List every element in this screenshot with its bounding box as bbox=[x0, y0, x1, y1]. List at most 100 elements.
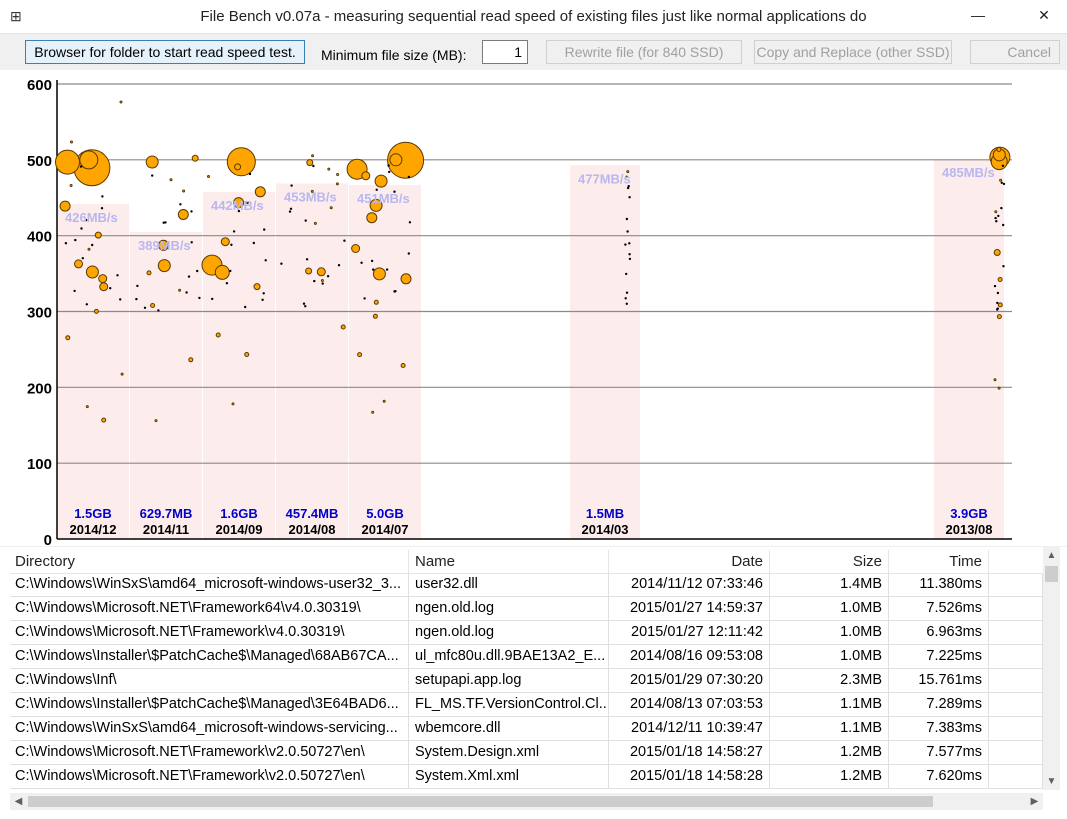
data-point bbox=[146, 270, 152, 276]
data-point bbox=[625, 217, 629, 221]
y-tick-label: 200 bbox=[27, 380, 52, 397]
data-point bbox=[363, 297, 366, 300]
rewrite-file-button[interactable]: Rewrite file (for 840 SSD) bbox=[546, 40, 742, 64]
group-size-label: 3.9GB bbox=[950, 506, 988, 521]
data-point bbox=[388, 170, 391, 174]
data-point bbox=[74, 259, 83, 269]
scroll-up-icon[interactable]: ▲ bbox=[1043, 547, 1060, 564]
data-point bbox=[389, 153, 403, 167]
data-point bbox=[996, 301, 999, 305]
data-point bbox=[997, 277, 1003, 282]
data-point bbox=[996, 314, 1002, 320]
column-header-date[interactable]: Date bbox=[609, 550, 770, 573]
data-point bbox=[154, 419, 158, 423]
size-cell: 1.4MB bbox=[770, 573, 889, 596]
data-point bbox=[393, 290, 396, 293]
size-cell: 1.0MB bbox=[770, 597, 889, 620]
data-point bbox=[997, 214, 1000, 218]
time-cell: 7.526ms bbox=[889, 597, 989, 620]
y-tick-label: 500 bbox=[27, 153, 52, 170]
close-button[interactable]: ✕ bbox=[1021, 0, 1067, 30]
data-point bbox=[55, 149, 80, 175]
data-point bbox=[407, 175, 411, 179]
directory-cell: C:\Windows\Inf\ bbox=[10, 669, 409, 692]
data-point bbox=[1002, 223, 1005, 227]
chart-svg: 0 100 200 300 400 500 600 426MB/s 1.5GB2014/12 38… bbox=[27, 77, 1012, 546]
data-point bbox=[996, 308, 999, 311]
data-point bbox=[288, 210, 292, 213]
x-tick-label: 2014/03 bbox=[582, 522, 629, 537]
table-row[interactable]: C:\Windows\Inf\ setupapi.app.log 2015/01/2… bbox=[10, 669, 1043, 693]
horizontal-scrollbar[interactable]: ◀ ▶ bbox=[10, 793, 1043, 810]
data-point bbox=[214, 264, 230, 280]
data-point bbox=[190, 241, 193, 244]
table-row[interactable]: C:\Windows\Microsoft.NET\Framework64\v4.… bbox=[10, 597, 1043, 621]
time-cell: 7.577ms bbox=[889, 741, 989, 764]
x-tick-label: 2014/08 bbox=[289, 522, 336, 537]
avg-speed-label: 485MB/s bbox=[942, 165, 995, 180]
data-point bbox=[999, 178, 1003, 182]
data-point bbox=[225, 282, 229, 285]
table-row[interactable]: C:\Windows\Installer\$PatchCache$\Manage… bbox=[10, 693, 1043, 717]
min-file-size-label: Minimum file size (MB): bbox=[321, 47, 467, 63]
column-header-size[interactable]: Size bbox=[770, 550, 889, 573]
vertical-scroll-thumb[interactable] bbox=[1045, 566, 1058, 582]
data-point bbox=[1001, 164, 1005, 167]
data-point bbox=[229, 269, 232, 273]
speed-band bbox=[203, 191, 275, 540]
data-point bbox=[230, 243, 233, 246]
copy-replace-button[interactable]: Copy and Replace (other SSD) bbox=[754, 40, 952, 64]
table-row[interactable]: C:\Windows\Microsoft.NET\Framework\v4.0.… bbox=[10, 621, 1043, 645]
min-file-size-input[interactable]: 1 bbox=[482, 40, 528, 64]
directory-cell: C:\Windows\Microsoft.NET\Framework\v4.0.… bbox=[10, 621, 409, 644]
data-point bbox=[91, 243, 94, 247]
time-cell: 7.225ms bbox=[889, 645, 989, 668]
date-cell: 2015/01/18 14:58:28 bbox=[609, 765, 770, 788]
cancel-button[interactable]: Cancel bbox=[970, 40, 1060, 64]
horizontal-scroll-thumb[interactable] bbox=[28, 796, 933, 807]
name-cell: ul_mfc80u.dll.9BAE13A2_E... bbox=[409, 645, 609, 668]
date-cell: 2015/01/29 07:30:20 bbox=[609, 669, 770, 692]
data-point bbox=[244, 352, 250, 357]
browse-folder-button[interactable]: Browser for folder to start read speed t… bbox=[25, 40, 305, 64]
data-point bbox=[351, 244, 361, 253]
data-point bbox=[311, 154, 315, 158]
data-point bbox=[996, 291, 1000, 295]
data-point bbox=[231, 402, 235, 406]
data-point bbox=[64, 242, 68, 245]
table-row[interactable]: C:\Windows\WinSxS\amd64_microsoft-window… bbox=[10, 717, 1043, 741]
date-cell: 2015/01/18 14:58:27 bbox=[609, 741, 770, 764]
table-row[interactable]: C:\Windows\WinSxS\amd64_microsoft-window… bbox=[10, 573, 1043, 597]
table-row[interactable]: C:\Windows\Microsoft.NET\Framework\v2.0.… bbox=[10, 765, 1043, 789]
speed-band bbox=[349, 184, 421, 539]
filler-cell bbox=[989, 597, 1043, 620]
table-row[interactable]: C:\Windows\Installer\$PatchCache$\Manage… bbox=[10, 645, 1043, 669]
scroll-down-icon[interactable]: ▼ bbox=[1043, 773, 1060, 790]
column-header-name[interactable]: Name bbox=[409, 550, 609, 573]
filler-cell bbox=[989, 669, 1043, 692]
data-point bbox=[120, 372, 124, 376]
data-point bbox=[326, 275, 330, 278]
scroll-right-icon[interactable]: ▶ bbox=[1026, 793, 1043, 810]
data-point bbox=[196, 269, 199, 273]
data-point bbox=[99, 282, 109, 292]
filler-cell bbox=[989, 741, 1043, 764]
data-point bbox=[85, 265, 99, 279]
data-point bbox=[280, 262, 283, 265]
data-point bbox=[264, 259, 267, 262]
data-point bbox=[226, 147, 256, 177]
data-point bbox=[87, 247, 91, 251]
data-point bbox=[626, 186, 630, 190]
vertical-scrollbar[interactable]: ▲ ▼ bbox=[1043, 547, 1060, 790]
column-header-directory[interactable]: Directory bbox=[10, 550, 409, 573]
data-point bbox=[997, 302, 1003, 308]
scroll-left-icon[interactable]: ◀ bbox=[10, 793, 27, 810]
data-point bbox=[164, 221, 167, 224]
data-point bbox=[207, 175, 210, 178]
data-point bbox=[625, 302, 628, 305]
table-row[interactable]: C:\Windows\Microsoft.NET\Framework\v2.0.… bbox=[10, 741, 1043, 765]
minimize-button[interactable]: — bbox=[955, 0, 1001, 30]
data-point bbox=[385, 268, 389, 271]
column-header-time[interactable]: Time bbox=[889, 550, 989, 573]
data-point bbox=[382, 399, 386, 403]
